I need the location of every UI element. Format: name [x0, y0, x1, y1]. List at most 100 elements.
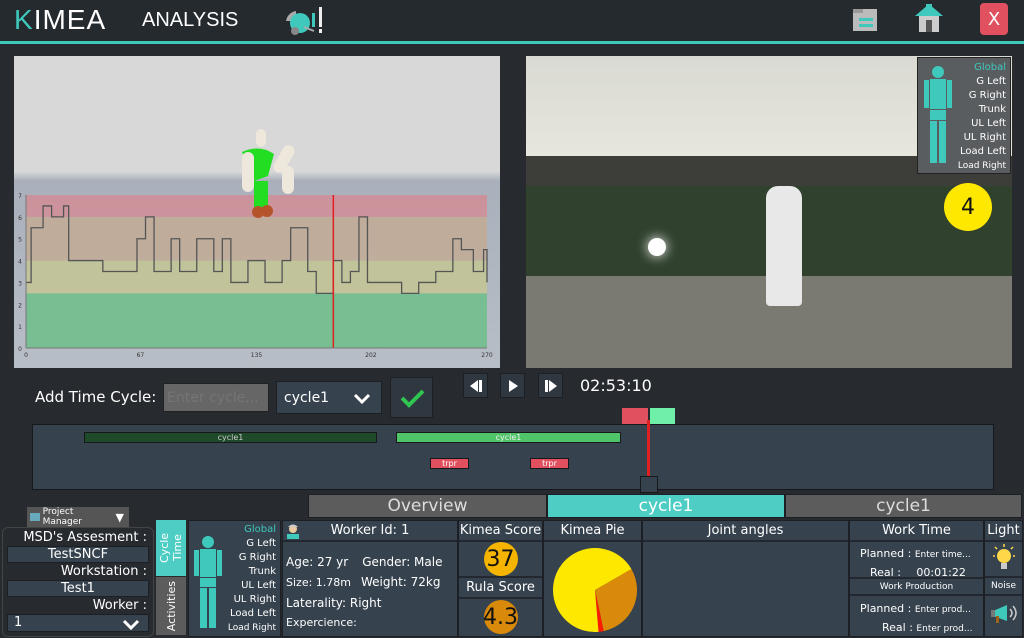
cycle-name-input[interactable]	[163, 383, 269, 412]
play-button[interactable]	[500, 373, 525, 398]
y-tick-label: 3	[18, 280, 22, 287]
work-time-panel: Work Time Planned : Enter time... Real :…	[849, 520, 984, 637]
overlay-item-ul-right[interactable]: UL Right	[958, 131, 1006, 145]
planned-time-label: Planned :	[860, 547, 912, 560]
next-frame-button[interactable]	[538, 373, 563, 398]
tab-cycle1-active[interactable]: cycle1	[547, 494, 785, 518]
body-part-overlay: Global G Left G Right Trunk UL Left UL R…	[917, 57, 1011, 174]
overlay-item-trunk[interactable]: Trunk	[958, 103, 1006, 117]
overlay-item-g-right[interactable]: G Right	[958, 89, 1006, 103]
cycle-select[interactable]: cycle1	[276, 381, 382, 414]
real-time-label: Real :	[870, 566, 901, 579]
cycle-end-marker[interactable]	[650, 408, 675, 424]
app-logo: KIMEA	[14, 4, 106, 36]
real-production-label: Real :	[882, 621, 913, 634]
video-player[interactable]: Global G Left G Right Trunk UL Left UL R…	[526, 56, 1012, 368]
timeline-activity-segment[interactable]: trpr	[530, 458, 569, 469]
y-tick-label: 1	[18, 324, 22, 331]
timeline-cycle-segment[interactable]: cycle1	[396, 432, 621, 443]
previous-frame-button[interactable]	[463, 373, 488, 398]
close-button[interactable]: X	[980, 3, 1008, 35]
timeline-cycle-segment[interactable]: cycle1	[84, 432, 377, 443]
worker-panel: Worker Id: 1 Age: 27 yr Gender: Male Size…	[282, 520, 458, 637]
cycle-select-value: cycle1	[284, 389, 330, 406]
chevron-down-icon	[353, 393, 371, 405]
tab-activities[interactable]: Activities	[156, 577, 186, 635]
step-back-icon	[469, 379, 482, 392]
workstation-field[interactable]: Test1	[7, 580, 149, 597]
body-item-ul-left[interactable]: UL Left	[228, 579, 276, 593]
worker-gender: Gender: Male	[362, 555, 443, 569]
planned-production-input[interactable]: Enter prod...	[915, 605, 971, 615]
kimea-pie-panel: Kimea Pie	[543, 520, 642, 637]
score-panel: Kimea Score 37 Rula Score 4.3	[458, 520, 543, 637]
body-item-trunk[interactable]: Trunk	[228, 565, 276, 579]
real-production-input[interactable]: Enter prod...	[916, 624, 972, 634]
rula-score-value: 4.3	[483, 600, 518, 634]
overlay-item-global[interactable]: Global	[958, 61, 1006, 75]
risk-zone-2	[26, 216, 487, 261]
video-worker	[766, 186, 802, 306]
planned-production-label: Planned :	[860, 602, 912, 615]
overlay-body-part-list: Global G Left G Right Trunk UL Left UL R…	[958, 61, 1006, 173]
x-tick-label: 135	[251, 352, 263, 359]
project-panel: MSD's Assesment : TestSNCF Workstation :…	[2, 527, 154, 637]
tab-overview[interactable]: Overview	[308, 494, 547, 518]
tab-cycle-time[interactable]: Cycle Time	[156, 520, 186, 576]
add-time-cycle-label: Add Time Cycle:	[35, 388, 157, 406]
video-lamp	[648, 238, 666, 256]
worker-weight: Weight: 72kg	[361, 575, 441, 589]
kimea-pie-chart	[553, 548, 637, 632]
msd-field[interactable]: TestSNCF	[7, 546, 149, 563]
worker-label: Worker :	[92, 598, 147, 613]
cycle-start-marker[interactable]	[622, 408, 648, 424]
caret-down-icon: ▼	[115, 510, 124, 524]
tab-cycle-time-label: Cycle Time	[158, 532, 184, 564]
overlay-item-g-left[interactable]: G Left	[958, 75, 1006, 89]
joint-angles-title: Joint angles	[643, 521, 848, 542]
tab-cycle1[interactable]: cycle1	[785, 494, 1022, 518]
project-manager-dropdown[interactable]: Project Manager ▼	[27, 507, 129, 527]
body-item-global[interactable]: Global	[228, 523, 276, 537]
overlay-item-ul-left[interactable]: UL Left	[958, 117, 1006, 131]
overlay-item-load-left[interactable]: Load Left	[958, 145, 1006, 159]
timeline-activity-segment[interactable]: trpr	[430, 458, 469, 469]
kimea-pie-title: Kimea Pie	[544, 521, 641, 542]
body-item-load-left[interactable]: Load Left	[228, 607, 276, 621]
risk-zone-0	[26, 293, 487, 348]
project-manager-label: Project Manager	[42, 507, 83, 527]
check-icon	[400, 389, 424, 408]
body-item-g-right[interactable]: G Right	[228, 551, 276, 565]
planned-time-input[interactable]: Enter time...	[915, 550, 971, 560]
workstation-label: Workstation :	[60, 564, 147, 579]
x-tick-label: 202	[365, 352, 377, 359]
y-tick-label: 6	[18, 215, 22, 222]
msd-label: MSD's Assesment :	[23, 530, 147, 545]
y-tick-label: 7	[18, 193, 22, 200]
file-list-icon[interactable]	[851, 7, 879, 33]
worker-select[interactable]: 1	[7, 614, 149, 632]
risk-zone-1	[26, 260, 487, 294]
kimea-score-value: 37	[483, 542, 518, 576]
work-production-title: Work Production	[850, 579, 983, 596]
step-forward-icon	[544, 379, 557, 392]
x-tick-label: 67	[137, 352, 145, 359]
body-item-ul-right[interactable]: UL Right	[228, 593, 276, 607]
3d-view[interactable]: 0 1 2 3 4 5 6 7 0 67 135 202 270	[14, 56, 500, 368]
worker-header: Worker Id: 1	[283, 521, 457, 542]
body-item-load-right[interactable]: Load Right	[228, 621, 276, 635]
playhead-handle[interactable]	[640, 476, 658, 493]
play-icon	[508, 379, 518, 392]
folder-icon	[30, 513, 40, 521]
home-icon[interactable]	[913, 2, 945, 34]
body-item-g-left[interactable]: G Left	[228, 537, 276, 551]
x-tick-label: 270	[481, 352, 493, 359]
logo-k: K	[14, 4, 34, 35]
confirm-cycle-button[interactable]	[390, 377, 433, 418]
worker-avatar-icon	[287, 524, 299, 539]
app-subtitle: ANALYSIS	[142, 9, 239, 31]
overlay-item-load-right[interactable]: Load Right	[958, 159, 1006, 173]
worker-size: Size: 1.78m	[286, 576, 351, 589]
worker-laterality: Laterality: Right	[286, 596, 382, 610]
body-part-panel: Global G Left G Right Trunk UL Left UL R…	[188, 520, 281, 637]
